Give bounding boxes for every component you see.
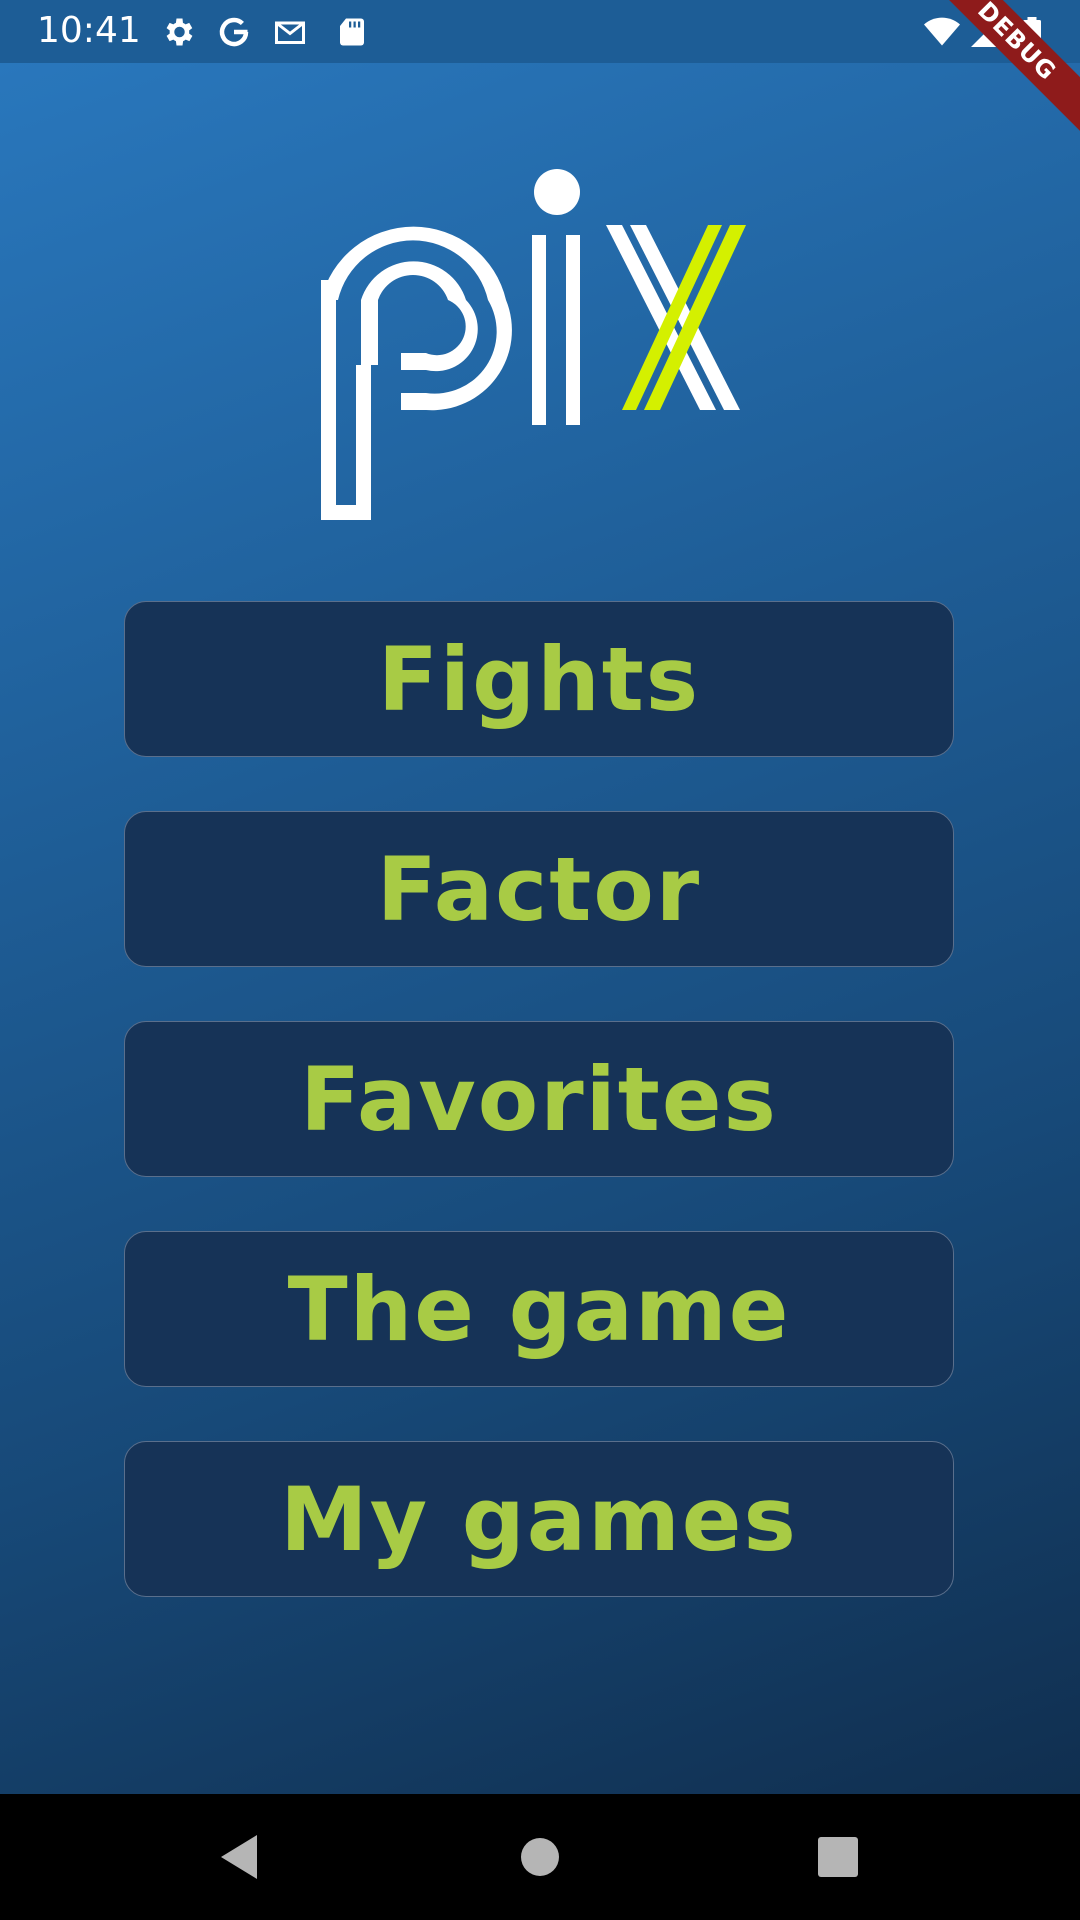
my-games-button-label: My games bbox=[280, 1467, 798, 1571]
status-time: 10:41 bbox=[37, 10, 141, 51]
gear-icon bbox=[160, 14, 196, 50]
factor-button[interactable]: Factor bbox=[124, 811, 954, 967]
app-screen: 10:41 DEBUG Fights Factor Favorites The … bbox=[0, 0, 1080, 1920]
sd-card-icon bbox=[334, 14, 370, 50]
main-menu: Fights Factor Favorites The game My game… bbox=[124, 601, 956, 1651]
pix-logo bbox=[316, 165, 762, 525]
my-games-button[interactable]: My games bbox=[124, 1441, 954, 1597]
google-icon bbox=[216, 14, 252, 50]
navigation-bar bbox=[0, 1794, 1080, 1920]
wifi-icon bbox=[924, 14, 960, 50]
recents-icon[interactable] bbox=[805, 1824, 871, 1890]
gmail-icon bbox=[272, 14, 308, 50]
the-game-button[interactable]: The game bbox=[124, 1231, 954, 1387]
fights-button[interactable]: Fights bbox=[124, 601, 954, 757]
the-game-button-label: The game bbox=[287, 1257, 791, 1361]
back-icon[interactable] bbox=[206, 1824, 272, 1890]
favorites-button[interactable]: Favorites bbox=[124, 1021, 954, 1177]
home-icon[interactable] bbox=[507, 1824, 573, 1890]
status-bar: 10:41 bbox=[0, 0, 1080, 63]
factor-button-label: Factor bbox=[376, 837, 702, 941]
fights-button-label: Fights bbox=[377, 627, 701, 731]
favorites-button-label: Favorites bbox=[300, 1047, 778, 1151]
